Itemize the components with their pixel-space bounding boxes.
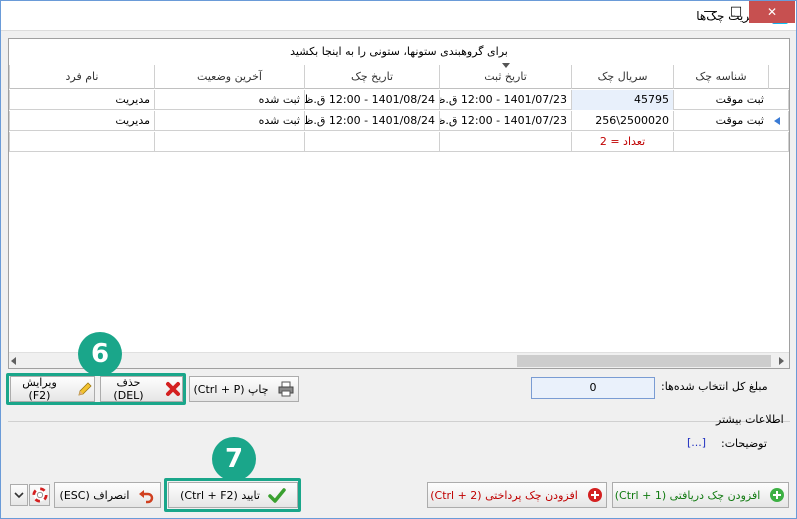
current-row-icon xyxy=(774,117,780,125)
column-header-serial[interactable]: سریال چک xyxy=(571,65,673,89)
total-selected-field[interactable]: 0 xyxy=(531,377,655,399)
column-header-person[interactable]: نام فرد xyxy=(9,65,154,89)
help-button[interactable] xyxy=(29,484,50,506)
add-paid-check-label: افزودن چک پرداختی (Ctrl + 2) xyxy=(430,488,578,502)
row-indicator[interactable] xyxy=(768,111,789,131)
edit-button-label: ویرایش (F2) xyxy=(22,376,57,402)
cell-last-status[interactable]: ثبت شده xyxy=(154,90,304,110)
minimize-button[interactable]: — xyxy=(697,1,723,23)
column-header-check-date[interactable]: تاریخ چک xyxy=(304,65,439,89)
summary-cell xyxy=(439,132,571,152)
sort-descending-icon xyxy=(501,63,510,68)
add-received-check-label: افزودن چک دریافتی (Ctrl + 1) xyxy=(614,488,761,502)
cell-check-id[interactable]: ثبت موقت xyxy=(673,111,768,131)
column-header-reg-date-label: تاریخ ثبت xyxy=(484,70,527,83)
row-indicator-header xyxy=(768,65,789,89)
total-selected-label: مبلغ کل انتخاب شده‌ها: xyxy=(661,380,768,393)
cell-check-date[interactable]: 1401/08/24 - 12:00 ق.ظ xyxy=(304,90,439,110)
cell-person[interactable]: مدیریت xyxy=(9,90,154,110)
more-info-group xyxy=(8,421,790,463)
maximize-button[interactable]: □ xyxy=(723,1,749,23)
delete-button[interactable]: حذف (DEL) xyxy=(100,376,183,402)
add-received-check-button[interactable]: افزودن چک دریافتی (Ctrl + 1) xyxy=(612,482,789,508)
close-button[interactable]: ✕ xyxy=(749,1,795,23)
more-info-title: اطلاعات بیشتر xyxy=(716,413,784,426)
checkmark-icon xyxy=(268,488,286,503)
horizontal-scrollbar[interactable] xyxy=(9,352,789,368)
column-header-reg-date[interactable]: تاریخ ثبت xyxy=(439,63,571,89)
cell-serial[interactable]: 2500020\256 xyxy=(571,111,673,131)
scroll-left-icon[interactable] xyxy=(11,357,16,365)
group-by-hint[interactable]: برای گروهبندی ستونها، ستونی را به اینجا … xyxy=(9,45,789,58)
plus-circle-red-icon xyxy=(587,488,602,502)
cell-reg-date[interactable]: 1401/07/23 - 12:00 ق.ظ xyxy=(439,90,571,110)
add-paid-check-button[interactable]: افزودن چک پرداختی (Ctrl + 2) xyxy=(427,482,607,508)
summary-row: تعداد = 2 xyxy=(9,132,789,152)
edit-button[interactable]: ویرایش (F2) xyxy=(10,376,95,402)
printer-icon xyxy=(278,381,294,397)
options-dropdown-button[interactable] xyxy=(10,484,28,506)
cell-serial[interactable]: 45795 xyxy=(571,90,673,110)
cell-check-date[interactable]: 1401/08/24 - 12:00 ق.ظ xyxy=(304,111,439,131)
cell-check-id[interactable]: ثبت موقت xyxy=(673,90,768,110)
grid-header: شناسه چک سریال چک تاریخ ثبت تاریخ چک آخر… xyxy=(9,63,789,89)
summary-cell xyxy=(673,132,768,152)
column-header-last-status[interactable]: آخرین وضعیت xyxy=(154,65,304,89)
print-button[interactable]: چاپ (Ctrl + P) xyxy=(189,376,299,402)
summary-cell xyxy=(154,132,304,152)
confirm-button-label: تایید (Ctrl + F2) xyxy=(180,488,260,502)
row-indicator[interactable] xyxy=(768,90,789,110)
summary-cell xyxy=(304,132,439,152)
description-label: توضیحات: xyxy=(721,437,767,450)
summary-cell xyxy=(9,132,154,152)
cell-reg-date[interactable]: 1401/07/23 - 12:00 ق.ظ xyxy=(439,111,571,131)
scroll-right-icon[interactable] xyxy=(779,357,784,365)
check-management-window: مدیریت چک‌ها — □ ✕ برای گروهبندی ستونها،… xyxy=(0,0,797,519)
cancel-button[interactable]: انصراف (ESC) xyxy=(54,482,161,508)
table-row[interactable]: ثبت موقت 2500020\256 1401/07/23 - 12:00 … xyxy=(9,111,789,131)
confirm-button[interactable]: تایید (Ctrl + F2) xyxy=(168,482,298,508)
red-x-icon xyxy=(166,382,180,396)
cell-person[interactable]: مدیریت xyxy=(9,111,154,131)
cell-last-status[interactable]: ثبت شده xyxy=(154,111,304,131)
cancel-button-label: انصراف (ESC) xyxy=(59,488,130,502)
table-row[interactable]: ثبت موقت 45795 1401/07/23 - 12:00 ق.ظ 14… xyxy=(9,90,789,110)
chevron-down-icon xyxy=(14,492,24,499)
step-badge-7: 7 xyxy=(212,437,256,481)
scroll-thumb[interactable] xyxy=(517,355,771,367)
print-button-label: چاپ (Ctrl + P) xyxy=(193,382,269,396)
summary-indicator xyxy=(768,132,789,152)
column-header-check-id[interactable]: شناسه چک xyxy=(673,65,768,89)
lifebuoy-icon xyxy=(31,487,48,503)
plus-circle-green-icon xyxy=(770,488,785,502)
undo-arrow-icon xyxy=(139,490,154,504)
step-badge-6: 6 xyxy=(78,332,122,376)
delete-button-label: حذف (DEL) xyxy=(113,376,144,402)
row-count-summary: تعداد = 2 xyxy=(571,132,673,152)
checks-grid[interactable]: برای گروهبندی ستونها، ستونی را به اینجا … xyxy=(8,38,790,369)
pencil-icon xyxy=(78,382,92,396)
description-link[interactable]: [...] xyxy=(687,436,706,449)
title-bar: مدیریت چک‌ها — □ ✕ xyxy=(1,1,796,31)
